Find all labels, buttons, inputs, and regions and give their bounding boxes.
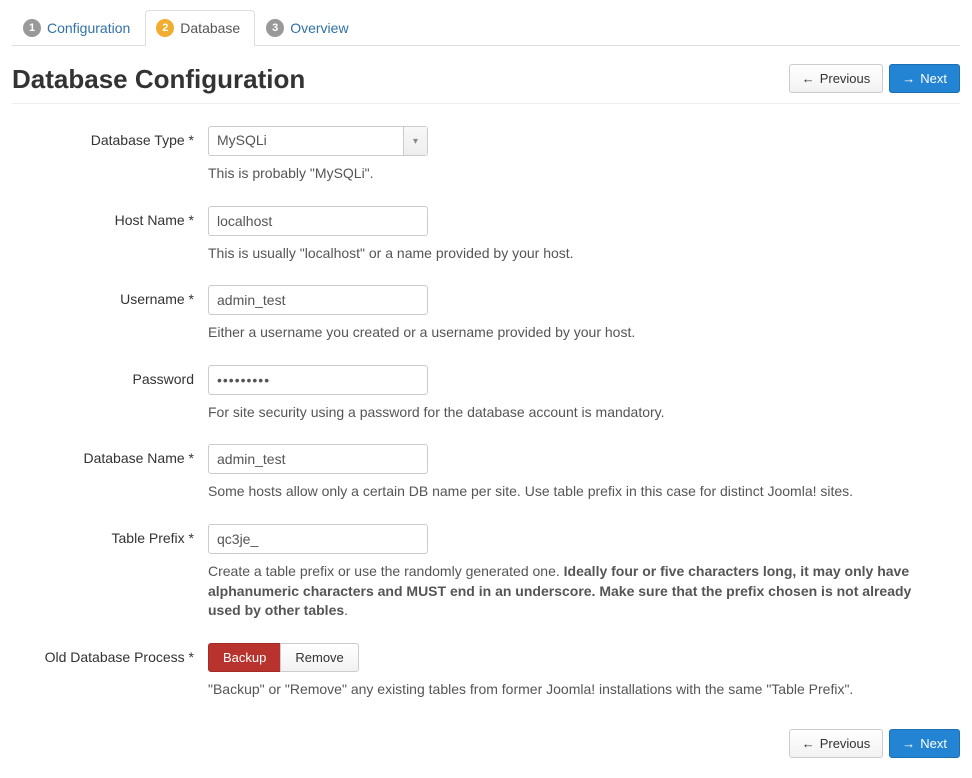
host-label: Host Name * xyxy=(12,206,208,264)
username-label: Username * xyxy=(12,285,208,343)
dbname-input[interactable] xyxy=(208,444,428,474)
previous-button[interactable]: ← Previous xyxy=(789,64,884,93)
username-input[interactable] xyxy=(208,285,428,315)
oldproc-help: "Backup" or "Remove" any existing tables… xyxy=(208,680,928,700)
prefix-label: Table Prefix * xyxy=(12,524,208,621)
dbtype-label: Database Type * xyxy=(12,126,208,184)
tab-step-badge: 1 xyxy=(23,19,41,37)
previous-button-bottom[interactable]: ← Previous xyxy=(789,729,884,758)
password-help: For site security using a password for t… xyxy=(208,403,928,423)
host-input[interactable] xyxy=(208,206,428,236)
tab-step-badge: 2 xyxy=(156,19,174,37)
next-button-bottom[interactable]: → Next xyxy=(889,729,960,758)
prefix-input[interactable] xyxy=(208,524,428,554)
tab-database[interactable]: 2 Database xyxy=(145,10,255,46)
password-label: Password xyxy=(12,365,208,423)
tab-configuration[interactable]: 1 Configuration xyxy=(12,10,145,46)
oldproc-backup-button[interactable]: Backup xyxy=(208,643,281,672)
arrow-left-icon: ← xyxy=(802,71,815,86)
dbname-label: Database Name * xyxy=(12,444,208,502)
dbtype-help: This is probably "MySQLi". xyxy=(208,164,928,184)
oldproc-label: Old Database Process * xyxy=(12,643,208,700)
arrow-right-icon: → xyxy=(902,736,915,751)
password-input[interactable] xyxy=(208,365,428,395)
arrow-left-icon: ← xyxy=(802,736,815,751)
dbtype-selected: MySQLi xyxy=(209,127,403,155)
tab-step-badge: 3 xyxy=(266,19,284,37)
next-button[interactable]: → Next xyxy=(889,64,960,93)
chevron-down-icon: ▾ xyxy=(403,127,427,155)
username-help: Either a username you created or a usern… xyxy=(208,323,928,343)
tab-overview[interactable]: 3 Overview xyxy=(255,10,363,46)
dbtype-select[interactable]: MySQLi ▾ xyxy=(208,126,428,156)
page-title: Database Configuration xyxy=(12,64,305,95)
tab-label: Overview xyxy=(290,20,348,36)
oldproc-toggle: Backup Remove xyxy=(208,643,359,672)
tab-label: Configuration xyxy=(47,20,130,36)
oldproc-remove-button[interactable]: Remove xyxy=(280,643,358,672)
wizard-tabs: 1 Configuration 2 Database 3 Overview xyxy=(12,0,960,46)
dbname-help: Some hosts allow only a certain DB name … xyxy=(208,482,928,502)
tab-label: Database xyxy=(180,20,240,36)
page-header: Database Configuration ← Previous → Next xyxy=(12,64,960,104)
prefix-help: Create a table prefix or use the randoml… xyxy=(208,562,928,621)
host-help: This is usually "localhost" or a name pr… xyxy=(208,244,928,264)
arrow-right-icon: → xyxy=(902,71,915,86)
